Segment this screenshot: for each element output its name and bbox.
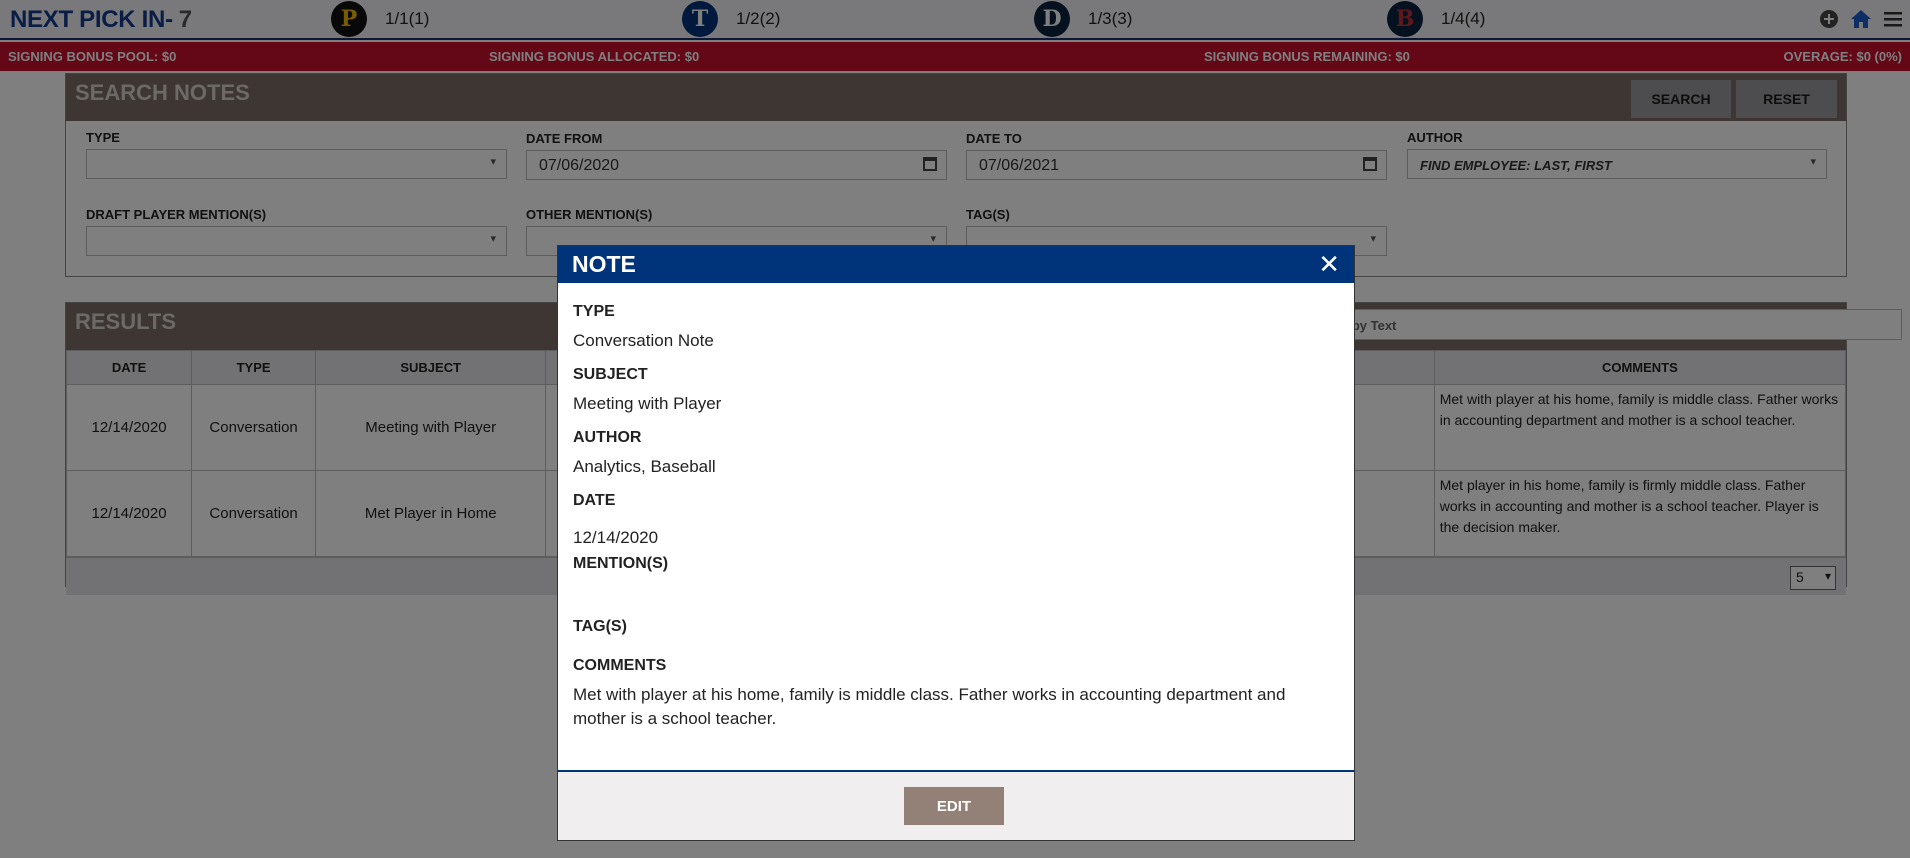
note-mentions-label: MENTION(S) [573, 555, 669, 572]
note-modal-header: NOTE ✕ [558, 246, 1354, 283]
close-icon[interactable]: ✕ [1318, 251, 1340, 277]
note-author-label: AUTHOR [573, 429, 642, 446]
edit-button[interactable]: EDIT [904, 787, 1004, 825]
note-type-value: Conversation Note [573, 331, 714, 350]
note-modal: NOTE ✕ TYPE Conversation Note SUBJECT Me… [557, 245, 1355, 841]
note-subject-label: SUBJECT [573, 366, 648, 383]
note-comments-label: COMMENTS [573, 657, 667, 674]
note-date-value: 12/14/2020 [573, 528, 659, 547]
note-modal-footer: EDIT [558, 770, 1354, 840]
note-author-value: Analytics, Baseball [573, 457, 716, 476]
note-comments-value: Met with player at his home, family is m… [573, 685, 1286, 728]
note-tags-label: TAG(S) [573, 618, 627, 635]
note-date-label: DATE [573, 492, 616, 509]
note-modal-title: NOTE [572, 251, 636, 277]
note-type-label: TYPE [573, 303, 615, 320]
note-subject-value: Meeting with Player [573, 394, 722, 413]
